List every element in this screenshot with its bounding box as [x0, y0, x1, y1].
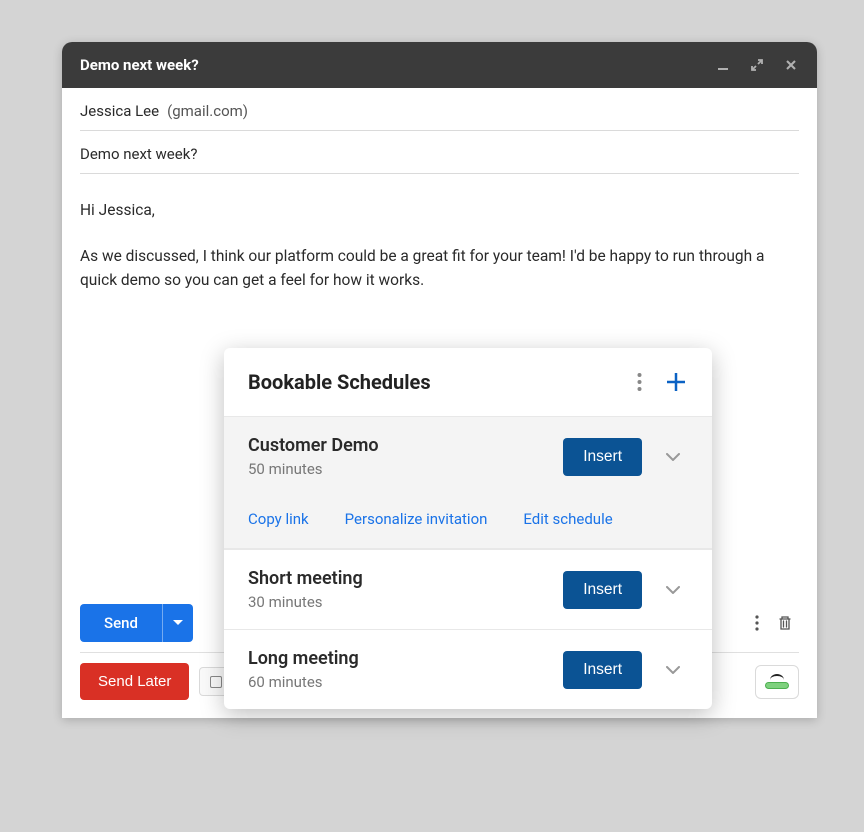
bookable-schedules-popup: Bookable Schedules Customer Demo 50 minu…: [224, 348, 712, 709]
to-field[interactable]: Jessica Lee (gmail.com): [80, 88, 799, 131]
insert-button[interactable]: Insert: [563, 571, 642, 609]
expand-icon[interactable]: [749, 57, 765, 73]
schedule-item-long-meeting[interactable]: Long meeting 60 minutes Insert: [224, 629, 712, 709]
body-paragraph: As we discussed, I think our platform co…: [80, 244, 799, 292]
minimize-icon[interactable]: [715, 57, 731, 73]
body-greeting: Hi Jessica,: [80, 198, 799, 222]
eyebrow-icon: [770, 674, 784, 680]
schedule-item-customer-demo[interactable]: Customer Demo 50 minutes Insert: [224, 416, 712, 496]
schedule-name: Short meeting: [248, 568, 547, 589]
schedule-duration: 60 minutes: [248, 673, 547, 691]
schedules-title: Bookable Schedules: [248, 370, 637, 394]
schedule-duration: 50 minutes: [248, 460, 547, 478]
insert-button[interactable]: Insert: [563, 438, 642, 476]
schedules-menu-icon[interactable]: [637, 372, 642, 392]
chevron-down-icon[interactable]: [658, 658, 688, 682]
insert-button[interactable]: Insert: [563, 651, 642, 689]
send-button-group: Send: [80, 604, 193, 642]
status-pill-icon: [765, 682, 789, 689]
send-dropdown[interactable]: [162, 604, 193, 642]
chevron-down-icon[interactable]: [658, 445, 688, 469]
boomerang-status-button[interactable]: [755, 665, 799, 699]
trash-icon[interactable]: [771, 609, 799, 637]
schedule-item-short-meeting[interactable]: Short meeting 30 minutes Insert: [224, 549, 712, 629]
send-button[interactable]: Send: [80, 604, 162, 642]
window-controls: [715, 57, 799, 73]
window-title: Demo next week?: [80, 56, 715, 74]
copy-link-action[interactable]: Copy link: [248, 510, 309, 528]
subject-text: Demo next week?: [80, 145, 197, 163]
recipient-domain: (gmail.com): [167, 102, 248, 120]
subject-field[interactable]: Demo next week?: [80, 131, 799, 174]
more-options-icon[interactable]: [749, 609, 765, 637]
schedule-name: Long meeting: [248, 648, 547, 669]
edit-schedule-action[interactable]: Edit schedule: [523, 510, 612, 528]
schedule-duration: 30 minutes: [248, 593, 547, 611]
schedules-header: Bookable Schedules: [224, 348, 712, 416]
window-header: Demo next week?: [62, 42, 817, 88]
close-icon[interactable]: [783, 57, 799, 73]
schedule-name: Customer Demo: [248, 435, 547, 456]
add-schedule-icon[interactable]: [664, 370, 688, 394]
send-later-button[interactable]: Send Later: [80, 663, 189, 700]
remind-checkbox-icon: [210, 676, 222, 688]
chevron-down-icon[interactable]: [658, 578, 688, 602]
recipient-name: Jessica Lee: [80, 102, 159, 120]
personalize-action[interactable]: Personalize invitation: [345, 510, 488, 528]
schedule-actions: Copy link Personalize invitation Edit sc…: [224, 496, 712, 549]
